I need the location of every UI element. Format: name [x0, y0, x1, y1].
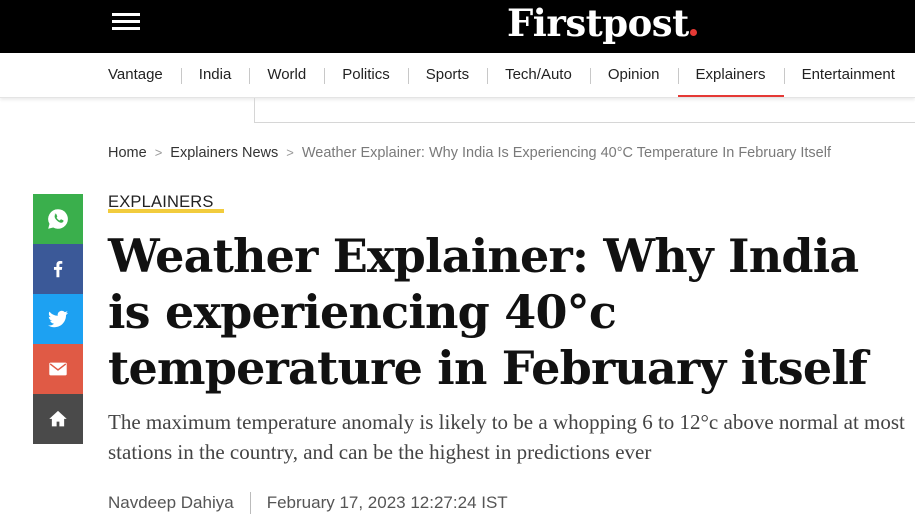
firstpost-logo[interactable]: Firstpost — [507, 0, 697, 46]
whatsapp-share-button[interactable] — [33, 194, 83, 244]
twitter-share-button[interactable] — [33, 294, 83, 344]
nav-item-vantage[interactable]: Vantage — [90, 53, 181, 97]
breadcrumb: Home > Explainers News > Weather Explainer: … — [108, 145, 831, 161]
author-name[interactable]: Navdeep Dahiya — [108, 493, 234, 513]
whatsapp-icon — [48, 209, 68, 229]
email-icon — [49, 362, 67, 376]
facebook-share-button[interactable] — [33, 244, 83, 294]
nav-item-explainers[interactable]: Explainers — [677, 53, 784, 97]
nav-item-world[interactable]: World — [249, 53, 324, 97]
nav-item-sports[interactable]: Sports — [407, 53, 487, 97]
ad-slot-divider — [254, 98, 915, 123]
facebook-icon — [53, 261, 63, 278]
nav-list: Vantage India World Politics Sports Tech… — [90, 53, 913, 97]
category-underline — [108, 209, 224, 213]
main-navigation: Vantage India World Politics Sports Tech… — [0, 53, 915, 98]
logo-dot — [689, 29, 697, 36]
breadcrumb-current: Weather Explainer: Why India Is Experien… — [301, 145, 831, 161]
article-summary: The maximum temperature anomaly is likel… — [108, 410, 905, 464]
home-button[interactable] — [33, 394, 83, 444]
nav-item-opinion[interactable]: Opinion — [589, 53, 678, 97]
publish-date: February 17, 2023 12:27:24 IST — [266, 493, 508, 512]
byline-divider — [249, 492, 251, 514]
top-header: Firstpost — [0, 0, 915, 53]
article-headline: Weather Explainer: Why India is experien… — [108, 229, 868, 395]
nav-item-politics[interactable]: Politics — [324, 53, 408, 97]
hamburger-menu-icon[interactable] — [112, 13, 142, 31]
share-bar — [33, 194, 83, 444]
email-share-button[interactable] — [33, 344, 83, 394]
breadcrumb-chevron-icon: > — [154, 145, 163, 160]
breadcrumb-section[interactable]: Explainers News — [170, 145, 278, 161]
byline: Navdeep Dahiya February 17, 2023 12:27:2… — [108, 492, 508, 514]
home-icon — [49, 410, 67, 427]
breadcrumb-home[interactable]: Home — [108, 145, 147, 161]
twitter-icon — [48, 310, 68, 328]
nav-item-tech-auto[interactable]: Tech/Auto — [487, 53, 590, 97]
nav-item-india[interactable]: India — [180, 53, 250, 97]
nav-item-entertainment[interactable]: Entertainment — [783, 53, 913, 97]
breadcrumb-chevron-icon: > — [286, 145, 294, 160]
logo-text: Firstpost — [507, 1, 689, 45]
